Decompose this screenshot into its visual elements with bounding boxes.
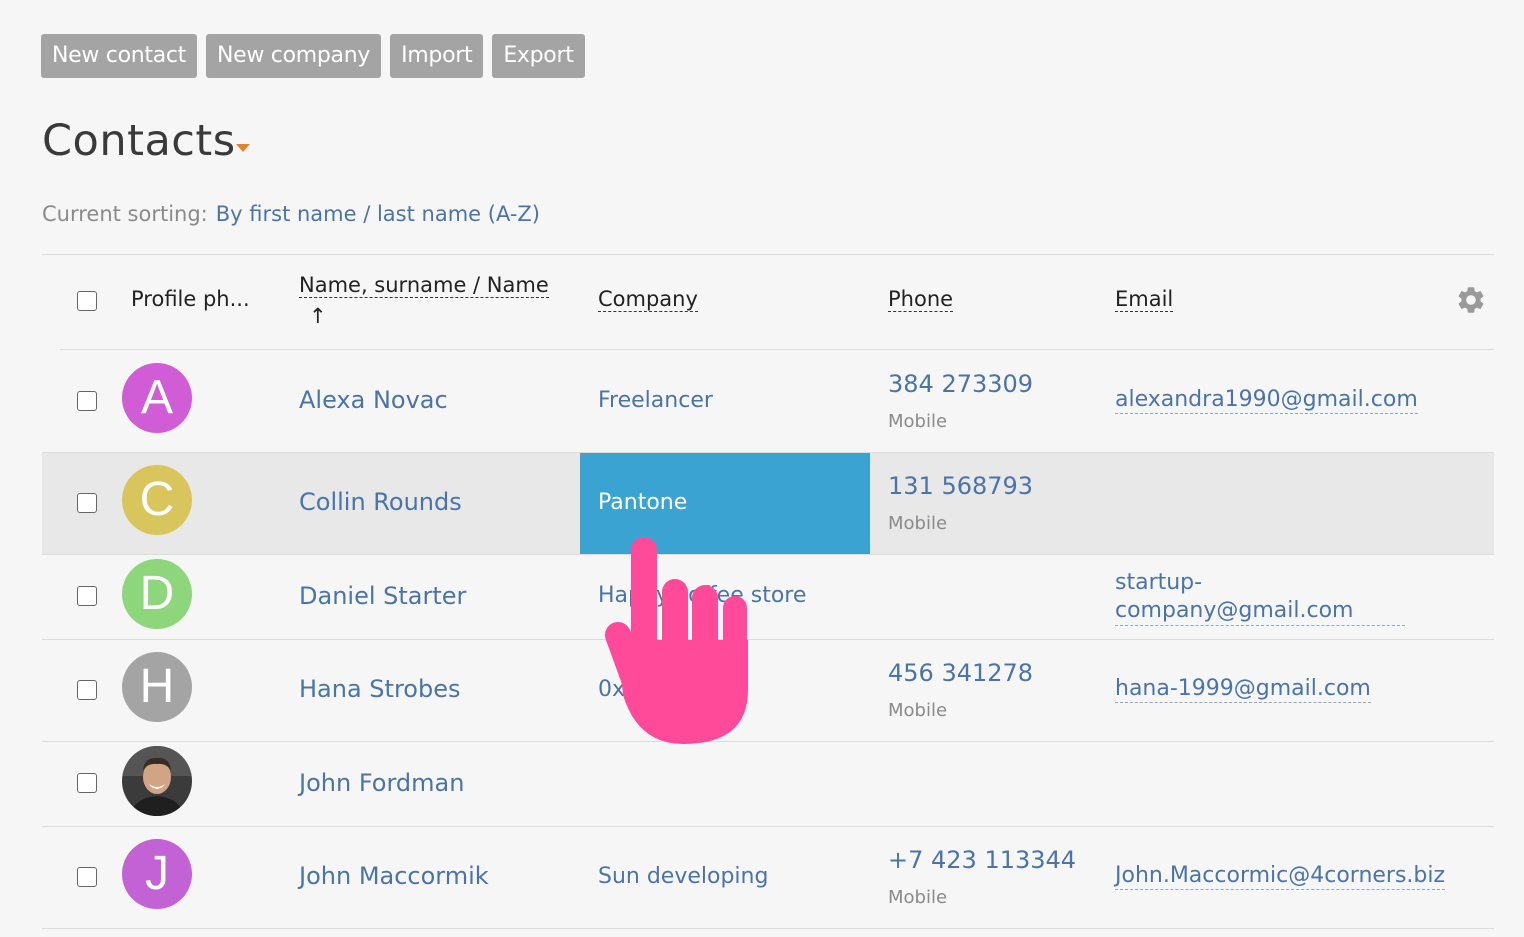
new-company-button[interactable]: New company [206, 34, 382, 78]
sorting-label: Current sorting: [42, 202, 208, 226]
company-name[interactable]: Freelancer [598, 388, 713, 413]
header-company[interactable]: Company [598, 287, 698, 312]
import-button[interactable]: Import [390, 34, 484, 78]
sort-ascending-icon: ↑ [309, 304, 327, 328]
row-divider [42, 452, 1494, 453]
sorting-link[interactable]: By first name / last name (A-Z) [216, 202, 540, 226]
phone-number[interactable]: +7 423 113344 [888, 846, 1076, 874]
email-link[interactable]: startup- company@gmail.com [1115, 569, 1405, 626]
phone-type: Mobile [888, 700, 948, 721]
row-divider [42, 639, 1494, 640]
avatar: C [122, 465, 192, 535]
header-phone-label: Phone [888, 287, 954, 312]
company-name[interactable]: Sun developing [598, 864, 768, 889]
toolbar: New contact New company Import Export [41, 34, 585, 78]
header-company-label: Company [598, 287, 698, 312]
new-contact-button[interactable]: New contact [41, 34, 198, 78]
email-link[interactable]: John.Maccormic@4corners.biz [1115, 863, 1446, 890]
sorting-info: Current sorting: By first name / last nam… [42, 202, 540, 226]
row-checkbox[interactable] [77, 773, 97, 793]
row-checkbox[interactable] [77, 867, 97, 887]
phone-number[interactable]: 384 273309 [888, 370, 1033, 398]
email-line: company@gmail.com [1115, 598, 1354, 623]
header-phone[interactable]: Phone [888, 287, 954, 312]
settings-gear-icon[interactable] [1455, 284, 1487, 316]
contact-name[interactable]: Hana Strobes [299, 675, 460, 703]
export-button[interactable]: Export [492, 34, 585, 78]
row-checkbox[interactable] [77, 391, 97, 411]
pointer-hand-icon [605, 537, 748, 744]
header-name[interactable]: Name, surname / Name [299, 273, 549, 298]
table-top-divider [42, 254, 1494, 255]
contact-name[interactable]: Alexa Novac [299, 386, 448, 414]
avatar-photo [122, 746, 192, 816]
contact-name[interactable]: Collin Rounds [299, 488, 462, 516]
email-link[interactable]: alexandra1990@gmail.com [1115, 387, 1418, 414]
phone-number[interactable]: 456 341278 [888, 659, 1033, 687]
avatar: H [122, 652, 192, 722]
header-divider [60, 349, 1494, 350]
page-title: Contacts [42, 116, 236, 166]
row-divider [42, 554, 1494, 555]
row-checkbox[interactable] [77, 586, 97, 606]
row-checkbox[interactable] [77, 493, 97, 513]
row-checkbox[interactable] [77, 680, 97, 700]
header-name-label: Name, surname / Name [299, 273, 549, 298]
header-email[interactable]: Email [1115, 287, 1174, 312]
header-profile-photo[interactable]: Profile ph... [131, 287, 250, 311]
row-divider [42, 826, 1494, 827]
row-divider [42, 741, 1494, 742]
avatar: D [122, 559, 192, 629]
phone-number[interactable]: 131 568793 [888, 472, 1033, 500]
phone-type: Mobile [888, 513, 948, 534]
select-all-checkbox[interactable] [77, 291, 97, 311]
contact-name[interactable]: John Fordman [299, 769, 464, 797]
email-link[interactable]: hana-1999@gmail.com [1115, 676, 1371, 703]
avatar: A [122, 363, 192, 433]
company-name[interactable]: Pantone [598, 490, 687, 515]
contact-name[interactable]: John Maccormik [299, 862, 489, 890]
row-divider [42, 928, 1494, 929]
header-email-label: Email [1115, 287, 1174, 312]
contact-name[interactable]: Daniel Starter [299, 582, 466, 610]
email-line: startup- [1115, 570, 1203, 595]
title-dropdown-icon[interactable] [236, 144, 250, 152]
phone-type: Mobile [888, 411, 948, 432]
avatar: J [122, 839, 192, 909]
phone-type: Mobile [888, 887, 948, 908]
